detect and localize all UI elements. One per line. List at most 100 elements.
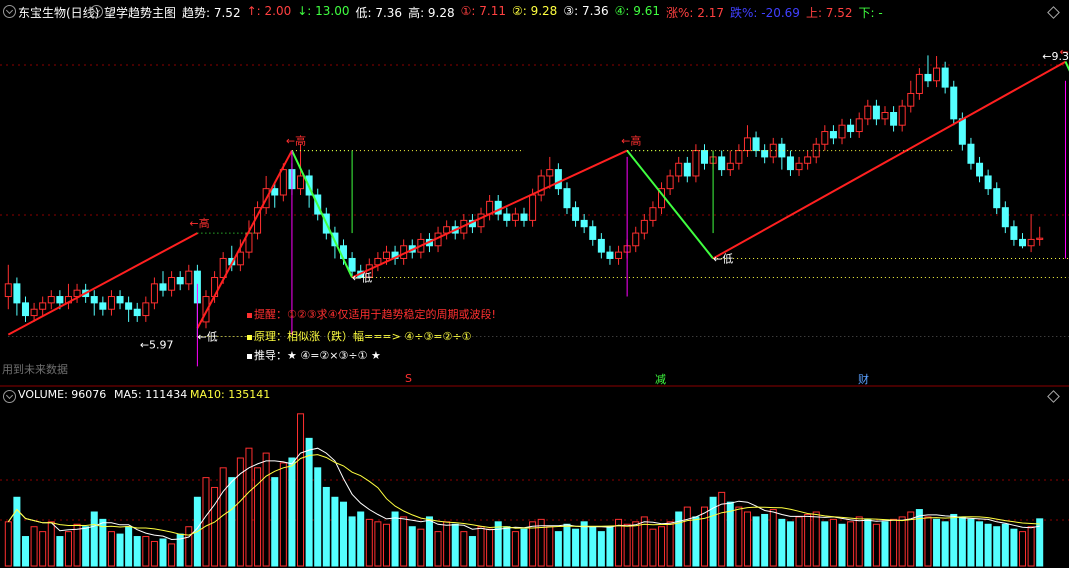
volume-bar — [486, 528, 494, 567]
volume-bar — [494, 521, 502, 567]
candle — [683, 162, 691, 177]
note-principle-label: 原理： — [254, 330, 287, 343]
volume-bar — [1036, 518, 1044, 567]
chart-annotation: ←低 — [197, 331, 217, 344]
candle — [30, 308, 38, 317]
volume-bar — [993, 526, 1001, 567]
volume-bar — [898, 516, 906, 567]
indicator-name[interactable]: 望学趋势主图 — [104, 4, 176, 21]
candle — [718, 156, 726, 171]
candle — [735, 150, 743, 164]
volume-bar — [339, 501, 348, 567]
volume-bar — [967, 518, 975, 567]
volume-chart[interactable] — [0, 400, 1069, 568]
volume-bar — [271, 477, 279, 567]
volume-bar — [589, 526, 597, 567]
candle — [907, 92, 915, 107]
volume-bar — [417, 528, 425, 567]
volume-bar — [159, 538, 167, 567]
marker-cai[interactable]: 财 — [858, 371, 869, 387]
volume-bar — [666, 521, 674, 567]
volume-bar — [365, 518, 373, 567]
volume-bar — [279, 462, 287, 567]
candle — [116, 296, 124, 304]
bullet-icon — [247, 354, 252, 359]
candle — [39, 302, 47, 310]
candle — [56, 296, 64, 304]
volume-bar — [692, 516, 700, 567]
volume-bar — [408, 526, 416, 567]
marker-jian[interactable]: 减 — [655, 371, 666, 387]
candle — [649, 207, 657, 221]
volume-bar — [786, 521, 794, 567]
candle — [1027, 238, 1035, 247]
volume-bar — [821, 521, 829, 567]
stock-name[interactable]: 东宝生物(日线) — [18, 4, 99, 21]
chart-annotation: ←高 — [621, 134, 641, 148]
candle — [1001, 207, 1009, 228]
volume-bar — [116, 533, 124, 567]
candle — [632, 232, 640, 247]
volume-bar — [1010, 528, 1018, 567]
volume-bar — [778, 518, 786, 567]
candle — [21, 302, 29, 317]
volume-bar — [382, 523, 390, 567]
candle — [898, 105, 906, 126]
volume-bar — [142, 536, 150, 567]
candle — [279, 169, 287, 196]
volume-bar — [451, 523, 459, 567]
price-chart[interactable]: ←高←高←高←高←5.97←低←低←低←低←9.39 — [0, 20, 1069, 387]
indicator-value-12: 下: - — [858, 6, 883, 20]
volume-bar — [615, 518, 623, 567]
candle — [580, 219, 588, 228]
indicator-value-8: ④: 9.61 — [614, 4, 661, 18]
chevron-down-icon[interactable] — [3, 5, 16, 18]
note-derivation-label: 推导： — [254, 349, 287, 362]
volume-bar — [357, 511, 365, 567]
volume-bar — [64, 531, 72, 567]
chevron-down-icon[interactable] — [90, 5, 103, 18]
candle — [752, 137, 760, 152]
volume-bar — [881, 521, 889, 567]
volume-bar — [855, 516, 863, 567]
candle — [795, 162, 803, 171]
volume-bar — [597, 531, 605, 567]
chart-annotation: ←低 — [352, 272, 372, 285]
volume-bar — [649, 528, 657, 567]
volume-bar — [812, 511, 820, 567]
candle — [666, 175, 674, 190]
indicator-value-10: 跌%: -20.69 — [730, 6, 800, 20]
chart-annotation: ←低 — [713, 252, 733, 265]
note-principle: 原理：相似涨（跌）幅===> ④÷③=②÷① — [247, 328, 471, 344]
indicator-value-0: 趋势: 7.52 — [182, 6, 241, 20]
note-reminder: 提醒：①②③求④仅适用于趋势稳定的周期或波段! — [247, 306, 496, 322]
volume-bar — [838, 523, 846, 567]
volume-bar — [348, 516, 356, 567]
volume-bar — [82, 526, 90, 567]
candle — [90, 296, 98, 304]
volume-bar — [21, 536, 29, 567]
candle — [168, 277, 176, 291]
volume-bar — [864, 518, 872, 567]
volume-bar — [580, 521, 588, 567]
volume-bar — [572, 528, 580, 567]
volume-bar — [761, 513, 769, 567]
volume-bar — [331, 496, 339, 567]
volume-bar — [374, 521, 382, 567]
volume-bar — [297, 413, 305, 567]
volume-bar — [675, 511, 683, 567]
marker-s[interactable]: S — [405, 372, 412, 385]
volume-bar — [554, 531, 562, 567]
volume-bar — [13, 496, 21, 567]
chart-annotation: ←5.97 — [140, 339, 174, 352]
volume-bar — [683, 506, 691, 567]
volume-bar — [933, 518, 941, 567]
candle — [563, 188, 571, 209]
candle — [675, 162, 683, 177]
trend-down-line — [291, 150, 354, 278]
volume-bar — [623, 523, 631, 567]
trend-down-line — [1064, 61, 1069, 72]
future-data-warning: 用到未来数据 — [2, 363, 68, 376]
note-principle-text: 相似涨（跌）幅===> ④÷③=②÷① — [287, 330, 472, 343]
candle — [881, 112, 889, 120]
